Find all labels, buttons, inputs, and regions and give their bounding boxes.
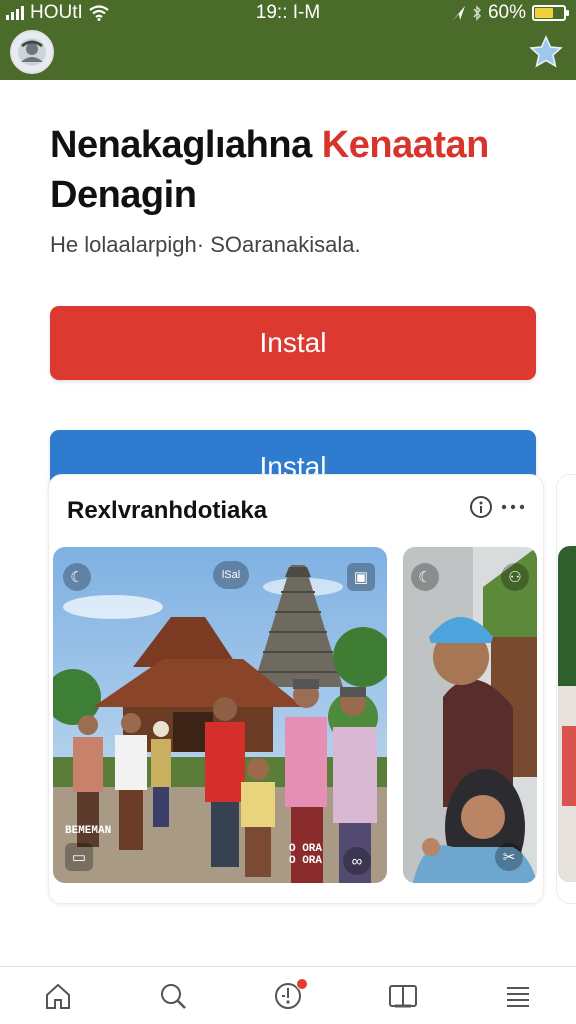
status-bar: HOUtI 19:: I-M 60% xyxy=(0,0,576,26)
photo-caption-right: O ORA O ORA xyxy=(289,843,323,867)
nav-menu[interactable] xyxy=(498,976,538,1016)
feed-photo-peek[interactable] xyxy=(558,546,576,882)
photo-chat-icon[interactable]: ▭ xyxy=(65,843,93,871)
photo2-share-icon[interactable]: ✂ xyxy=(495,843,523,871)
favorite-button[interactable] xyxy=(528,34,564,70)
title-main: Nenakaglıahna xyxy=(50,124,312,166)
peek-image xyxy=(558,546,576,882)
card-title: Rexlvranhdotiaka xyxy=(67,497,268,524)
nav-library[interactable] xyxy=(383,976,423,1016)
avatar-icon xyxy=(18,38,46,66)
info-icon[interactable] xyxy=(469,495,493,519)
page-title: Nenakaglıahna Kenaatan Denagin xyxy=(50,120,550,220)
search-icon xyxy=(160,983,186,1009)
nav-search[interactable] xyxy=(153,976,193,1016)
more-options-icon[interactable] xyxy=(501,503,525,511)
bluetooth-icon xyxy=(473,5,481,21)
feed-card[interactable]: Rexlvranhdotiaka ☾ lSal ▣ BEMEMAN ▭ O OR… xyxy=(48,474,544,904)
photo-caption-left: BEMEMAN xyxy=(65,825,112,837)
menu-icon xyxy=(507,986,530,1007)
nav-home[interactable] xyxy=(38,976,78,1016)
photo-moon-icon[interactable]: ☾ xyxy=(63,563,91,591)
star-icon xyxy=(529,35,563,68)
page-subtitle: He lolaalarpigh· SOaranakisala. xyxy=(50,232,361,257)
book-icon xyxy=(389,984,418,1007)
title-accent: Kenaatan xyxy=(321,124,490,166)
title-line2: Denagin xyxy=(50,174,197,216)
feed-photo-temple[interactable]: ☾ lSal ▣ BEMEMAN ▭ O ORA O ORA ∞ xyxy=(53,547,387,883)
avatar-button[interactable] xyxy=(10,30,54,74)
photo-share-icon[interactable]: ∞ xyxy=(343,847,371,875)
home-icon xyxy=(45,983,70,1009)
install-button-primary[interactable]: Instal xyxy=(50,306,536,380)
photo2-person-icon[interactable]: ⚇ xyxy=(501,563,529,591)
bottom-navigation xyxy=(0,966,576,1024)
card-actions xyxy=(469,495,525,519)
app-screen: HOUtI 19:: I-M 60% Nenakaglıahna Kenaata… xyxy=(0,0,576,1024)
status-right: 60% xyxy=(452,2,569,24)
nav-notifications[interactable] xyxy=(268,976,308,1016)
photo-expand-icon[interactable]: ▣ xyxy=(347,563,375,591)
feed-photo-selfie[interactable]: ☾ ⚇ ✂ xyxy=(403,547,537,883)
battery-percent: 60% xyxy=(487,2,526,23)
battery-fill xyxy=(535,8,553,18)
photo-badge-icon: lSal xyxy=(213,561,249,589)
location-icon xyxy=(452,6,465,20)
notification-badge xyxy=(295,977,308,990)
selfie-image xyxy=(403,547,537,883)
photo2-moon-icon[interactable]: ☾ xyxy=(411,563,439,591)
photo-top-label: lSal xyxy=(221,569,241,581)
battery-icon xyxy=(532,5,569,21)
header-bar: HOUtI 19:: I-M 60% xyxy=(0,0,576,80)
